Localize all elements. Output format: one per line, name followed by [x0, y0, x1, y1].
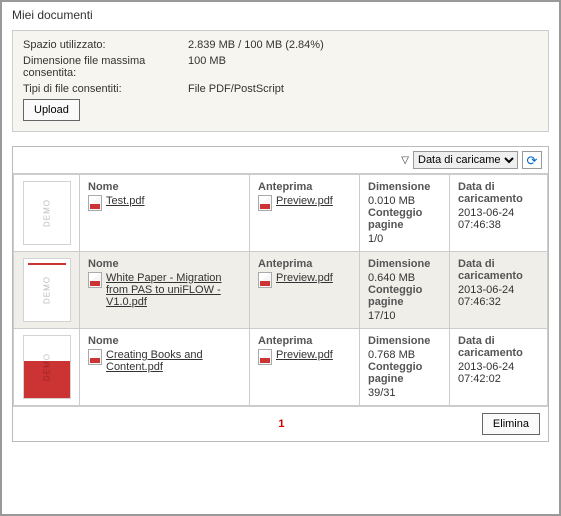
file-size: 0.640 MB: [368, 272, 415, 284]
preview-label: Anteprima: [258, 335, 351, 347]
file-size: 0.010 MB: [368, 195, 415, 207]
pdf-icon: [258, 349, 272, 365]
pdf-icon: [88, 195, 102, 211]
name-label: Nome: [88, 258, 241, 270]
uploaddate-label: Data di caricamento: [458, 258, 539, 282]
storage-value: 2.839 MB / 100 MB (2.84%): [188, 39, 324, 51]
refresh-button[interactable]: ⟳: [522, 151, 542, 169]
refresh-icon: ⟳: [527, 154, 538, 167]
page-number[interactable]: 1: [81, 418, 482, 430]
page-title: Miei documenti: [2, 2, 559, 30]
dimension-label: Dimensione: [368, 258, 441, 270]
storage-label: Spazio utilizzato:: [23, 39, 188, 51]
pagecount-label: Conteggio pagine: [368, 284, 441, 308]
file-size: 0.768 MB: [368, 349, 415, 361]
preview-label: Anteprima: [258, 181, 351, 193]
upload-time: 07:46:38: [458, 219, 501, 231]
upload-time: 07:46:32: [458, 296, 501, 308]
demo-watermark: DEMO: [42, 353, 51, 381]
upload-button[interactable]: Upload: [23, 99, 80, 121]
pdf-icon: [258, 195, 272, 211]
table-row[interactable]: DEMO Nome Test.pdf Anteprima Preview.pdf Di…: [14, 175, 548, 252]
pdf-icon: [88, 272, 102, 288]
grid-footer: 1 Elimina: [13, 406, 548, 441]
sort-direction-icon[interactable]: ▽: [401, 155, 409, 166]
grid-toolbar: ▽ Data di caricame ⟳: [13, 147, 548, 174]
grid: ▽ Data di caricame ⟳ DEMO Nome Test.pdf An…: [12, 146, 549, 442]
upload-date: 2013-06-24: [458, 284, 514, 296]
grid-table: DEMO Nome Test.pdf Anteprima Preview.pdf Di…: [13, 174, 548, 406]
pagecount-label: Conteggio pagine: [368, 361, 441, 385]
page-count: 1/0: [368, 233, 383, 245]
thumbnail[interactable]: DEMO: [23, 335, 71, 399]
table-row[interactable]: DEMO Nome Creating Books and Content.pdf A…: [14, 329, 548, 406]
maxsize-label: Dimensione file massima consentita:: [23, 55, 188, 79]
window: Miei documenti Spazio utilizzato: 2.839 …: [0, 0, 561, 516]
uploaddate-label: Data di caricamento: [458, 335, 539, 359]
types-label: Tipi di file consentiti:: [23, 83, 188, 95]
demo-watermark: DEMO: [42, 276, 51, 304]
thumbnail[interactable]: DEMO: [23, 181, 71, 245]
uploaddate-label: Data di caricamento: [458, 181, 539, 205]
name-label: Nome: [88, 335, 241, 347]
table-row[interactable]: DEMO Nome White Paper - Migration from PA…: [14, 252, 548, 329]
thumbnail[interactable]: DEMO: [23, 258, 71, 322]
preview-label: Anteprima: [258, 258, 351, 270]
file-name-link[interactable]: White Paper - Migration from PAS to uniF…: [106, 272, 241, 308]
info-panel: Spazio utilizzato: 2.839 MB / 100 MB (2.…: [12, 30, 549, 132]
dimension-label: Dimensione: [368, 181, 441, 193]
demo-watermark: DEMO: [42, 199, 51, 227]
upload-date: 2013-06-24: [458, 361, 514, 373]
file-name-link[interactable]: Test.pdf: [106, 195, 145, 207]
name-label: Nome: [88, 181, 241, 193]
page-count: 17/10: [368, 310, 396, 322]
dimension-label: Dimensione: [368, 335, 441, 347]
upload-date: 2013-06-24: [458, 207, 514, 219]
file-name-link[interactable]: Creating Books and Content.pdf: [106, 349, 241, 373]
delete-button[interactable]: Elimina: [482, 413, 540, 435]
page-count: 39/31: [368, 387, 396, 399]
maxsize-value: 100 MB: [188, 55, 226, 79]
sort-select[interactable]: Data di caricame: [413, 151, 518, 169]
pdf-icon: [88, 349, 102, 365]
preview-link[interactable]: Preview.pdf: [276, 272, 333, 284]
preview-link[interactable]: Preview.pdf: [276, 195, 333, 207]
upload-time: 07:42:02: [458, 373, 501, 385]
pdf-icon: [258, 272, 272, 288]
preview-link[interactable]: Preview.pdf: [276, 349, 333, 361]
pagecount-label: Conteggio pagine: [368, 207, 441, 231]
types-value: File PDF/PostScript: [188, 83, 284, 95]
